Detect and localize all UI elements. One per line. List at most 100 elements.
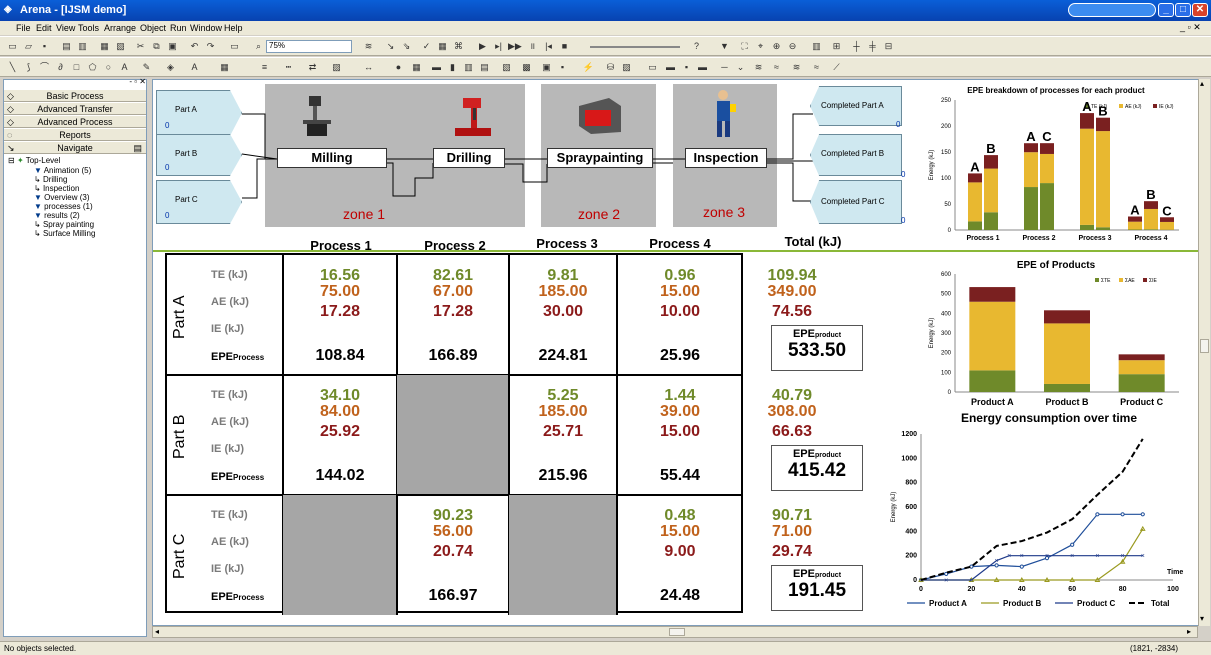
snap-guides-icon[interactable]: ╪: [866, 40, 879, 53]
menu-window[interactable]: Window: [190, 23, 222, 33]
box-icon[interactable]: □: [70, 61, 83, 74]
step-icon[interactable]: ▸|: [492, 40, 505, 53]
panel-advanced-process[interactable]: ◇ Advanced Process: [4, 116, 146, 128]
scroll-thumb[interactable]: [1200, 339, 1209, 353]
menu-arrange[interactable]: Arrange: [104, 23, 136, 33]
guides-icon[interactable]: ┼: [850, 40, 863, 53]
panel-advanced-transfer[interactable]: ◇ Advanced Transfer: [4, 103, 146, 115]
create-part-a[interactable]: Part A0: [156, 90, 242, 136]
go-icon[interactable]: ▶: [476, 40, 489, 53]
scroll-right-icon[interactable]: ▸: [1187, 627, 1191, 636]
network-icon[interactable]: ≋: [752, 61, 765, 74]
line-width-icon[interactable]: ≡: [258, 61, 271, 74]
scroll-down-icon[interactable]: ▾: [1200, 614, 1204, 623]
print-preview-icon[interactable]: ▧: [114, 40, 127, 53]
menu-help[interactable]: Help: [224, 23, 243, 33]
level-icon[interactable]: ▤: [478, 61, 491, 74]
tree-item-animation[interactable]: ▼ Animation (5): [34, 166, 91, 175]
zoom-icon[interactable]: ⌕: [252, 40, 265, 53]
print-icon[interactable]: ▦: [98, 40, 111, 53]
help-pointer-icon[interactable]: ?: [690, 40, 703, 53]
ellipse-icon[interactable]: ○: [102, 61, 115, 74]
tree-item-spray-painting[interactable]: ↳ Spray painting: [34, 220, 94, 229]
polyline-icon[interactable]: ⟆: [22, 61, 35, 74]
tree-item-results[interactable]: ▼ results (2): [34, 211, 80, 220]
storage-anim-icon[interactable]: ⟋: [830, 61, 843, 74]
process-spraypainting[interactable]: Spraypainting: [547, 148, 653, 168]
polygon-icon[interactable]: ⬠: [86, 61, 99, 74]
view-region-icon[interactable]: ▭: [228, 40, 241, 53]
redo-icon[interactable]: ↷: [204, 40, 217, 53]
plot-icon[interactable]: ▩: [520, 61, 533, 74]
tree-root[interactable]: ⊟ ✦ Top-Level: [8, 156, 60, 165]
menu-run[interactable]: Run: [170, 23, 187, 33]
setup-icon[interactable]: ▦: [436, 40, 449, 53]
queue-icon[interactable]: ●: [392, 61, 405, 74]
close-button[interactable]: ✕: [1192, 3, 1208, 17]
station-icon[interactable]: ⇘: [400, 40, 413, 53]
menu-tools[interactable]: Tools: [78, 23, 99, 33]
maximize-button[interactable]: □: [1175, 3, 1191, 17]
zoom-fit-icon[interactable]: ⌖: [754, 40, 767, 53]
dispose-part-b[interactable]: Completed Part B: [810, 134, 902, 176]
arrow-style-icon[interactable]: ⇄: [306, 61, 319, 74]
window-background-icon[interactable]: ▦: [218, 61, 231, 74]
segment-icon[interactable]: ─: [718, 61, 731, 74]
date-icon[interactable]: ▮: [446, 61, 459, 74]
process-milling[interactable]: Milling: [277, 148, 387, 168]
route-icon[interactable]: ▭: [646, 61, 659, 74]
copy-icon[interactable]: ⧉: [150, 40, 163, 53]
storage-icon[interactable]: ▦: [410, 61, 423, 74]
intersection-icon[interactable]: ≈: [770, 61, 783, 74]
vertical-scrollbar[interactable]: ▴ ▾: [1198, 79, 1210, 626]
run-controls-widget[interactable]: [1068, 3, 1156, 17]
resource-icon[interactable]: ▣: [540, 61, 553, 74]
clock-icon[interactable]: ▬: [430, 61, 443, 74]
variable-icon[interactable]: ▥: [462, 61, 475, 74]
animation-speed-slider[interactable]: [590, 46, 680, 48]
paste-icon[interactable]: ▣: [166, 40, 179, 53]
cut-icon[interactable]: ✂: [134, 40, 147, 53]
connect-icon[interactable]: ↘: [384, 40, 397, 53]
data-icon[interactable]: ▨: [620, 61, 633, 74]
tree-item-surface-milling[interactable]: ↳ Surface Milling: [34, 229, 95, 238]
zoom-in-icon[interactable]: ⊕: [770, 40, 783, 53]
glue-icon[interactable]: ⊟: [882, 40, 895, 53]
zoom-out-icon[interactable]: ⊖: [786, 40, 799, 53]
text-color-icon[interactable]: A: [188, 61, 201, 74]
fast-forward-icon[interactable]: ▶▶: [508, 40, 522, 53]
line-icon[interactable]: ╲: [6, 61, 19, 74]
filter-icon[interactable]: ▼: [718, 40, 731, 53]
open-icon[interactable]: ▱: [22, 40, 35, 53]
snap-icon[interactable]: ⊞: [830, 40, 843, 53]
fill-pattern-icon[interactable]: ▨: [330, 61, 343, 74]
mdi-window-controls[interactable]: _ ▫ ✕: [1180, 22, 1201, 33]
show-dimensions-icon[interactable]: ↔: [362, 61, 375, 74]
check-model-icon[interactable]: ✓: [420, 40, 433, 53]
start-over-icon[interactable]: |◂: [542, 40, 555, 53]
promote-path-icon[interactable]: ≋: [790, 61, 803, 74]
tree-item-processes[interactable]: ▼ processes (1): [34, 202, 93, 211]
zoom-select[interactable]: 75%: [266, 40, 352, 53]
pause-icon[interactable]: ॥: [526, 40, 539, 53]
entity-picture-icon[interactable]: ⛁: [604, 61, 617, 74]
menu-object[interactable]: Object: [140, 23, 166, 33]
distance-icon[interactable]: ⌄: [734, 61, 747, 74]
end-icon[interactable]: ■: [558, 40, 571, 53]
undo-icon[interactable]: ↶: [188, 40, 201, 53]
create-part-c[interactable]: Part C0: [156, 180, 242, 224]
layers-icon[interactable]: ≋: [362, 40, 375, 53]
save-icon[interactable]: ▪: [38, 40, 51, 53]
seize-area-icon[interactable]: ≈: [810, 61, 823, 74]
line-color-icon[interactable]: ✎: [140, 61, 153, 74]
fill-color-icon[interactable]: ◈: [164, 61, 177, 74]
template-detach-icon[interactable]: ▥: [76, 40, 89, 53]
tree-item-inspection[interactable]: ↳ Inspection: [34, 184, 79, 193]
global-icon[interactable]: ▪: [556, 61, 569, 74]
line-style-icon[interactable]: ┅: [282, 61, 295, 74]
scroll-thumb[interactable]: [669, 628, 685, 636]
new-icon[interactable]: ▭: [6, 40, 19, 53]
process-inspection[interactable]: Inspection: [685, 148, 767, 168]
panel-reports[interactable]: ◌ Reports: [4, 129, 146, 141]
model-canvas[interactable]: zone 1 zone 2 zone 3 Milling Drilling Sp…: [152, 79, 1208, 626]
